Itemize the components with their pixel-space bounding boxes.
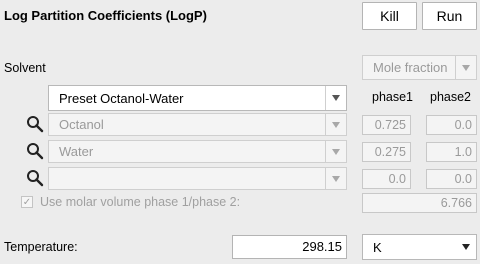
phase1-input-2[interactable]: 0.275: [362, 142, 411, 162]
phase2-header: phase2: [430, 90, 472, 104]
preset-value: Preset Octanol-Water: [59, 90, 184, 106]
molar-volume-label: Use molar volume phase 1/phase 2:: [40, 195, 241, 209]
temperature-unit-value: K: [373, 239, 382, 255]
solvent-name-2: Water: [59, 144, 94, 159]
page-title: Log Partition Coefficients (LogP): [4, 8, 207, 23]
phase2-input-1[interactable]: 0.0: [426, 115, 477, 135]
search-icon[interactable]: [26, 169, 44, 187]
phase1-header: phase1: [372, 90, 414, 104]
chevron-down-icon: [325, 114, 346, 135]
temperature-label: Temperature:: [4, 240, 78, 254]
phase2-input-3[interactable]: 0.0: [426, 169, 477, 189]
solvent-name-1: Octanol: [59, 117, 104, 132]
search-icon[interactable]: [26, 115, 44, 133]
chevron-down-icon: [456, 235, 476, 259]
preset-select[interactable]: Preset Octanol-Water: [48, 85, 347, 111]
temperature-input[interactable]: 298.15: [232, 235, 347, 259]
search-icon[interactable]: [26, 142, 44, 160]
checkmark-icon: ✓: [22, 196, 32, 208]
run-button[interactable]: Run: [422, 2, 477, 30]
phase2-input-2[interactable]: 1.0: [426, 142, 477, 162]
solvent-label: Solvent: [4, 61, 46, 75]
chevron-down-icon: [325, 86, 346, 110]
fraction-unit-select[interactable]: Mole fraction: [362, 55, 477, 80]
molar-volume-value[interactable]: 6.766: [362, 193, 477, 213]
temperature-unit-select[interactable]: K: [362, 234, 477, 260]
phase1-input-1[interactable]: 0.725: [362, 115, 411, 135]
fraction-unit-value: Mole fraction: [373, 60, 448, 75]
kill-button[interactable]: Kill: [362, 2, 417, 30]
solvent-select-3[interactable]: [48, 167, 347, 190]
solvent-select-2[interactable]: Water: [48, 140, 347, 163]
molar-volume-checkbox[interactable]: ✓: [21, 196, 33, 208]
chevron-down-icon: [325, 141, 346, 162]
chevron-down-icon: [325, 168, 346, 189]
solvent-select-1[interactable]: Octanol: [48, 113, 347, 136]
chevron-down-icon: [455, 56, 476, 79]
phase1-input-3[interactable]: 0.0: [362, 169, 411, 189]
